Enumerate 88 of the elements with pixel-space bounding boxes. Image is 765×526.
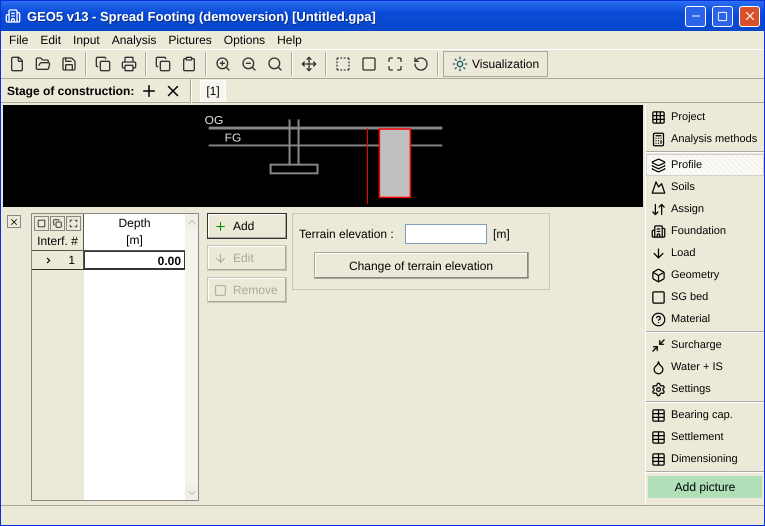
box-icon bbox=[651, 268, 666, 282]
add-icon bbox=[214, 220, 227, 232]
square-icon bbox=[361, 56, 377, 72]
sidebar-item[interactable]: Load bbox=[646, 242, 764, 264]
table-cell[interactable]: 0.00 bbox=[84, 251, 185, 269]
zoom-out-icon bbox=[241, 56, 257, 72]
arrows-icon bbox=[651, 202, 666, 216]
fg-label: FG bbox=[224, 132, 242, 144]
sidebar-item[interactable]: Foundation bbox=[646, 220, 764, 242]
table-icon bbox=[651, 408, 666, 422]
sidebar-item[interactable]: Profile bbox=[646, 154, 764, 176]
sidebar-item[interactable]: SG bed bbox=[646, 286, 764, 308]
sidebar-item[interactable]: Settings bbox=[646, 378, 764, 400]
og-label: OG bbox=[204, 114, 224, 128]
maximize-button[interactable] bbox=[712, 6, 733, 26]
square-icon bbox=[37, 219, 46, 228]
menu-item[interactable]: Edit bbox=[34, 33, 68, 47]
zoom-icon bbox=[267, 56, 283, 72]
clipboard-icon bbox=[181, 56, 197, 72]
close-button[interactable] bbox=[739, 6, 760, 26]
table-tool-button[interactable] bbox=[34, 216, 49, 231]
pages-icon bbox=[155, 56, 171, 72]
mountain-icon bbox=[651, 180, 666, 194]
unit-label: [m] bbox=[493, 227, 510, 241]
column-header: Depth bbox=[118, 215, 151, 232]
sidebar-item[interactable]: Surcharge bbox=[646, 334, 764, 356]
footing-drawing bbox=[270, 119, 318, 174]
arrow-icon bbox=[651, 246, 666, 260]
frame-icon bbox=[335, 56, 351, 72]
scrollbar[interactable] bbox=[185, 214, 198, 500]
app-icon bbox=[5, 8, 21, 24]
window-title: GEO5 v13 - Spread Footing (demoversion) [Untitled.gpa] bbox=[27, 8, 377, 24]
copy-icon bbox=[53, 219, 62, 228]
new-file-icon bbox=[9, 56, 25, 72]
save-icon bbox=[61, 56, 77, 72]
minimize-button[interactable] bbox=[685, 6, 706, 26]
layers-icon bbox=[651, 158, 666, 172]
stage-tab[interactable]: [1] bbox=[200, 80, 226, 102]
rotate-icon bbox=[413, 56, 429, 72]
visualization-button[interactable]: Visualization bbox=[443, 51, 548, 77]
copy-icon bbox=[95, 56, 111, 72]
table-tool-button[interactable] bbox=[66, 216, 81, 231]
input-field[interactable] bbox=[405, 224, 487, 244]
square-icon bbox=[651, 290, 666, 304]
zoom-in-icon bbox=[215, 56, 231, 72]
close-icon bbox=[9, 216, 19, 226]
settings-icon bbox=[651, 382, 666, 396]
row-pointer-icon bbox=[44, 256, 53, 264]
fit-icon bbox=[387, 56, 403, 72]
sidebar-item[interactable]: Analysis methods bbox=[646, 128, 764, 150]
add-picture-button[interactable]: Add picture bbox=[648, 476, 762, 498]
sun-icon bbox=[452, 56, 468, 72]
sidebar-item[interactable]: Geometry bbox=[646, 264, 764, 286]
sidebar-item[interactable]: Settlement bbox=[646, 426, 764, 448]
menu-item[interactable]: Analysis bbox=[106, 33, 162, 47]
menu-item[interactable]: File bbox=[3, 33, 34, 47]
maximize-icon bbox=[717, 10, 728, 22]
sidebar-item[interactable]: Water + IS bbox=[646, 356, 764, 378]
calculator-icon bbox=[651, 132, 666, 146]
table-icon bbox=[651, 430, 666, 444]
menu-item[interactable]: Help bbox=[271, 33, 308, 47]
stage-label: Stage of construction: bbox=[7, 84, 134, 98]
droplet-icon bbox=[651, 360, 666, 374]
column-header: Interf. # bbox=[36, 233, 79, 250]
table-tool-button[interactable] bbox=[50, 216, 65, 231]
sidebar-item[interactable]: Material bbox=[646, 308, 764, 330]
question-icon bbox=[651, 312, 666, 326]
open-folder-icon bbox=[35, 56, 51, 72]
sidebar-item[interactable]: Assign bbox=[646, 198, 764, 220]
menu-item[interactable]: Pictures bbox=[162, 33, 218, 47]
menu-item[interactable]: Input bbox=[67, 33, 106, 47]
menu-item[interactable]: Options bbox=[218, 33, 272, 47]
change-elevation-button[interactable]: Change of terrain elevation bbox=[314, 252, 528, 279]
column-unit: [m] bbox=[126, 232, 143, 249]
sidebar-item[interactable]: Project bbox=[646, 106, 764, 128]
move-icon bbox=[301, 56, 317, 72]
building-icon bbox=[651, 224, 666, 238]
close-panel-button[interactable] bbox=[7, 215, 21, 228]
soil-column bbox=[378, 128, 412, 198]
add-button[interactable]: Add bbox=[207, 213, 287, 239]
sidebar-item[interactable]: Bearing cap. bbox=[646, 404, 764, 426]
printer-icon bbox=[121, 56, 137, 72]
table-icon bbox=[651, 452, 666, 466]
row-header[interactable]: 1 bbox=[32, 251, 84, 269]
corners-icon bbox=[69, 219, 78, 228]
sidebar-item[interactable]: Soils bbox=[646, 176, 764, 198]
sidebar-item[interactable]: Dimensioning bbox=[646, 448, 764, 470]
field-label: Terrain elevation : bbox=[299, 227, 395, 241]
